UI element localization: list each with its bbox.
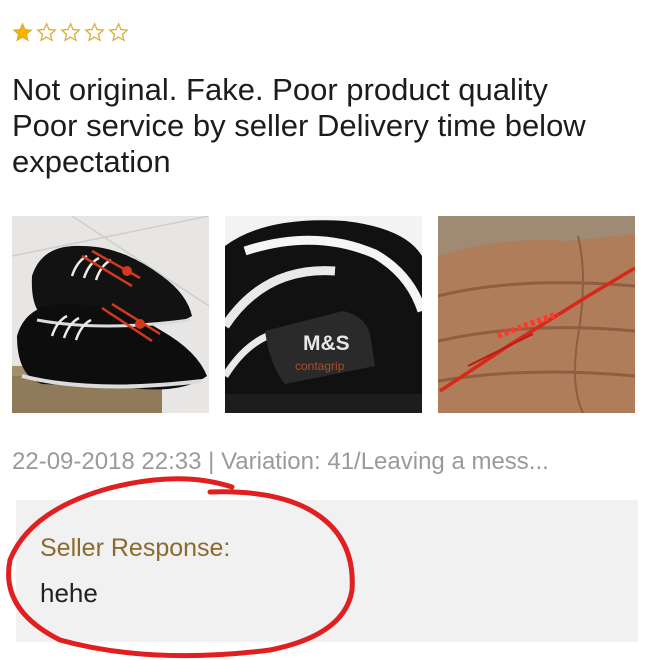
brand-logo: M&S	[303, 332, 350, 355]
star-empty-icon	[84, 22, 105, 42]
seller-response-box: Seller Response: hehe	[16, 500, 638, 642]
shoes-photo[interactable]	[12, 216, 209, 413]
review-photos: M&S contagrip	[12, 216, 635, 413]
review-text: Not original. Fake. Poor product quality…	[12, 72, 642, 180]
star-filled-icon	[12, 22, 33, 42]
seller-response-label: Seller Response:	[40, 534, 231, 562]
review-meta: 22-09-2018 22:33 | Variation: 41/Leaving…	[12, 448, 549, 475]
seller-response-text: hehe	[40, 578, 98, 608]
review-line: Poor service by seller Delivery time bel…	[12, 108, 586, 143]
star-empty-icon	[36, 22, 57, 42]
star-rating	[12, 22, 129, 43]
shoe-closeup-photo[interactable]: M&S contagrip	[225, 216, 422, 413]
subbrand-logo: contagrip	[295, 359, 345, 373]
review-line: Not original. Fake. Poor product quality	[12, 72, 548, 107]
star-empty-icon	[60, 22, 81, 42]
star-empty-icon	[108, 22, 129, 42]
review-line: expectation	[12, 144, 171, 179]
red-thread-photo[interactable]	[438, 216, 635, 413]
